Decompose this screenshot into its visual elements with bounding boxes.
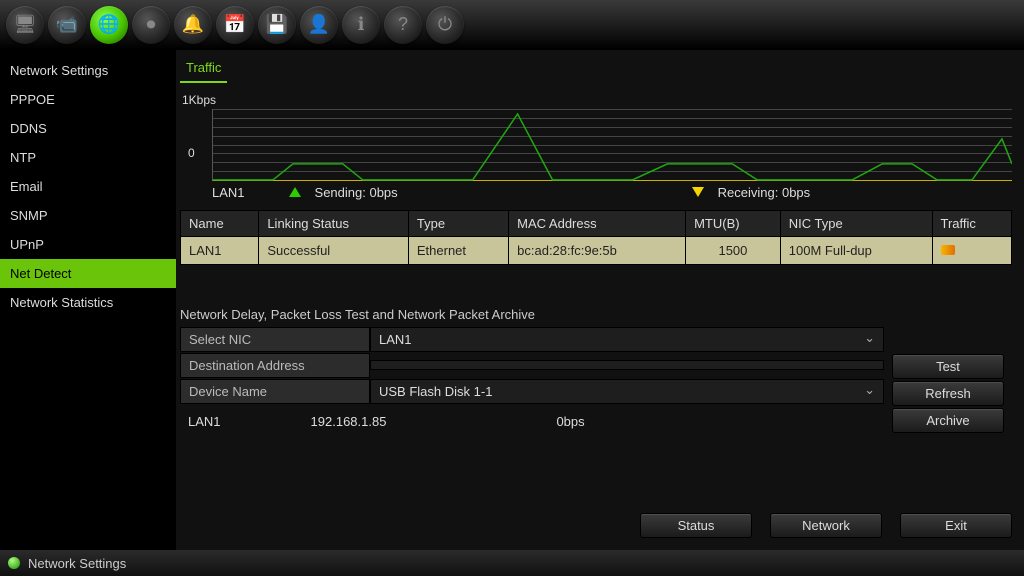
sidebar-item-upnp[interactable]: UPnP	[0, 230, 176, 259]
th-linking-status: Linking Status	[259, 211, 409, 237]
sidebar-item-ddns[interactable]: DDNS	[0, 114, 176, 143]
cell-status: Successful	[259, 237, 409, 265]
select-device-name[interactable]: USB Flash Disk 1-1	[370, 379, 884, 404]
status-text: Network Settings	[28, 556, 126, 571]
sidebar-item-net-detect[interactable]: Net Detect	[0, 259, 176, 288]
th-nic-type: NIC Type	[780, 211, 932, 237]
cell-nic: 100M Full-dup	[780, 237, 932, 265]
record-icon[interactable]: ⏺	[132, 6, 170, 44]
traffic-chart-icon[interactable]	[941, 245, 955, 255]
content-pane: Traffic 1Kbps 0 LAN1 Sending: 0bps	[176, 50, 1024, 550]
sidebar-item-snmp[interactable]: SNMP	[0, 201, 176, 230]
th-mtu: MTU(B)	[686, 211, 781, 237]
th-traffic: Traffic	[932, 211, 1011, 237]
camera-icon[interactable]: 📹	[48, 6, 86, 44]
help-icon[interactable]: ?	[384, 6, 422, 44]
sidebar-item-pppoe[interactable]: PPPOE	[0, 85, 176, 114]
sidebar-item-network-settings[interactable]: Network Settings	[0, 56, 176, 85]
receiving-label: Receiving: 0bps	[718, 185, 811, 200]
graph-y-max: 1Kbps	[182, 93, 1012, 107]
info-icon[interactable]: ℹ	[342, 6, 380, 44]
label-destination-address: Destination Address	[180, 353, 370, 378]
refresh-button[interactable]: Refresh	[892, 381, 1004, 406]
cell-mtu: 1500	[686, 237, 781, 265]
nic-table: Name Linking Status Type MAC Address MTU…	[180, 210, 1012, 265]
sending-label: Sending: 0bps	[315, 185, 398, 200]
cell-traffic[interactable]	[932, 237, 1011, 265]
arrow-up-icon	[289, 187, 301, 197]
tab-traffic[interactable]: Traffic	[180, 56, 227, 83]
sidebar: Network Settings PPPOE DDNS NTP Email SN…	[0, 50, 176, 550]
user-icon[interactable]: 👤	[300, 6, 338, 44]
hdd-icon[interactable]: 💾	[258, 6, 296, 44]
traffic-graph-area: 1Kbps 0 LAN1 Sending: 0bps Rec	[180, 93, 1012, 200]
monitor-icon[interactable]: 🖥	[6, 6, 44, 44]
th-name: Name	[181, 211, 259, 237]
cell-name: LAN1	[181, 237, 259, 265]
info-ip: 192.168.1.85	[311, 414, 387, 429]
graph-interface-label: LAN1	[212, 185, 245, 200]
event-icon[interactable]: 📅	[216, 6, 254, 44]
top-toolbar: 🖥 📹 🌐 ⏺ 🔔 📅 💾 👤 ℹ ? ⏻	[0, 0, 1024, 50]
status-button[interactable]: Status	[640, 513, 752, 538]
network-button[interactable]: Network	[770, 513, 882, 538]
th-type: Type	[408, 211, 508, 237]
arrow-down-icon	[692, 187, 704, 197]
info-interface: LAN1	[188, 414, 221, 429]
status-bar: Network Settings	[0, 550, 1024, 576]
table-row[interactable]: LAN1 Successful Ethernet bc:ad:28:fc:9e:…	[181, 237, 1012, 265]
label-select-nic: Select NIC	[180, 327, 370, 352]
power-icon[interactable]: ⏻	[426, 6, 464, 44]
cell-mac: bc:ad:28:fc:9e:5b	[509, 237, 686, 265]
sidebar-item-ntp[interactable]: NTP	[0, 143, 176, 172]
alarm-icon[interactable]: 🔔	[174, 6, 212, 44]
status-dot-icon	[8, 557, 20, 569]
select-nic[interactable]: LAN1	[370, 327, 884, 352]
cell-type: Ethernet	[408, 237, 508, 265]
info-rate: 0bps	[556, 414, 584, 429]
th-mac: MAC Address	[509, 211, 686, 237]
traffic-graph	[212, 109, 1012, 181]
sidebar-item-network-statistics[interactable]: Network Statistics	[0, 288, 176, 317]
sidebar-item-email[interactable]: Email	[0, 172, 176, 201]
graph-y-min: 0	[188, 146, 195, 160]
network-icon[interactable]: 🌐	[90, 6, 128, 44]
section-title: Network Delay, Packet Loss Test and Netw…	[180, 307, 1012, 322]
input-destination-address[interactable]	[370, 360, 884, 370]
test-button[interactable]: Test	[892, 354, 1004, 379]
exit-button[interactable]: Exit	[900, 513, 1012, 538]
label-device-name: Device Name	[180, 379, 370, 404]
archive-button[interactable]: Archive	[892, 408, 1004, 433]
